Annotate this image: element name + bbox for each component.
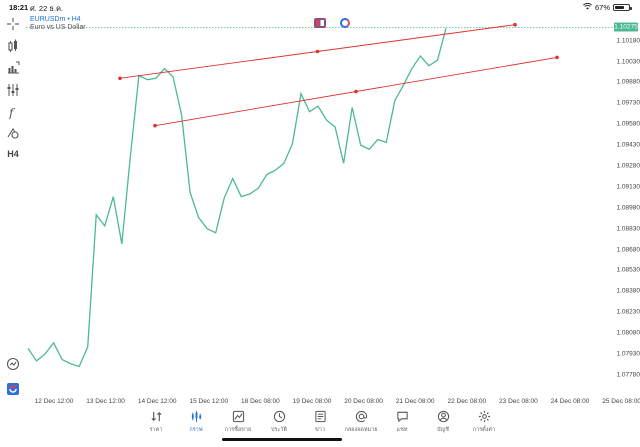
tab-news[interactable]: ข่าว [300, 410, 340, 434]
price-tick-label: 1.08080 [616, 329, 640, 337]
tab-mailbox[interactable]: กล่องจดหมาย [341, 410, 381, 434]
time-tick-label: 15 Dec 12:00 [189, 398, 229, 405]
app-logo-icon[interactable] [5, 381, 21, 397]
price-tick-label: 1.10030 [616, 58, 640, 66]
tab-label: ประวัติ [270, 427, 288, 433]
price-tick-label: 1.07780 [616, 371, 640, 379]
buy-sell-button[interactable] [314, 18, 326, 28]
svg-text:f: f [8, 106, 16, 119]
price-series-line [27, 28, 447, 368]
settings-icon [478, 410, 490, 423]
tab-chat[interactable]: แชท [382, 410, 422, 434]
timeframe-button[interactable]: H4 [5, 146, 21, 162]
trend-line-handle[interactable] [513, 22, 517, 27]
wifi-icon [583, 2, 592, 12]
tab-label: แชท [396, 427, 408, 433]
tab-history[interactable]: ประวัติ [259, 410, 299, 434]
tab-label: กราฟ [189, 427, 203, 433]
symbol-description: Euro vs US Dollar [30, 24, 86, 31]
chat-icon [396, 411, 408, 423]
objects-icon[interactable] [5, 125, 21, 141]
trend-line-handle[interactable] [118, 76, 122, 81]
tab-account[interactable]: บัญชี [423, 410, 463, 434]
tab-trade[interactable]: การซื้อขาย [218, 410, 258, 434]
account-icon [437, 410, 449, 423]
crosshair-icon[interactable] [5, 16, 21, 32]
tab-label: ข่าว [315, 427, 325, 433]
history-icon [273, 410, 285, 423]
price-tick-label: 1.08530 [616, 266, 640, 274]
price-tick-label: 1.07930 [616, 350, 640, 358]
price-tick-label: 1.09580 [616, 120, 640, 128]
price-tick-label: 1.09130 [616, 183, 640, 191]
home-indicator [222, 438, 342, 441]
time-tick-label: 23 Dec 08:00 [499, 398, 538, 405]
quotes-icon [150, 411, 162, 422]
price-chart[interactable] [26, 14, 614, 404]
trend-line-handle[interactable] [315, 49, 320, 54]
analytics-icon[interactable] [5, 356, 21, 372]
tab-label: การซื้อขาย [224, 427, 252, 433]
battery-percent: 67% [594, 3, 610, 12]
price-tick-label: 1.09430 [616, 141, 640, 149]
mailbox-icon [355, 410, 367, 423]
time-tick-label: 25 Dec 08:00 [602, 398, 640, 405]
tab-settings[interactable]: การตั้งค่า [464, 410, 504, 434]
time-tick-label: 22 Dec 08:00 [447, 398, 487, 405]
time-tick-label: 21 Dec 08:00 [395, 398, 435, 405]
price-tick-label: 1.08980 [616, 204, 640, 212]
price-tick-label: 1.09880 [616, 78, 640, 86]
price-tick-label: 1.08680 [616, 246, 640, 254]
battery-icon [613, 4, 632, 11]
tab-label: การตั้งค่า [472, 427, 496, 433]
trend-line-handle[interactable] [153, 123, 157, 128]
time-tick-label: 20 Dec 08:00 [344, 398, 383, 405]
indicators-icon[interactable] [5, 38, 21, 54]
time-tick-label: 12 Dec 12:00 [34, 398, 74, 405]
price-axis: 1.10180 1.10030 1.09880 1.09730 1.09580 1.094… [614, 14, 640, 404]
tab-quotes[interactable]: ราคา [136, 410, 176, 434]
trade-buttons [314, 18, 350, 28]
left-toolbar: f H4 [0, 14, 26, 400]
time-tick-label: 14 Dec 12:00 [137, 398, 177, 405]
status-bar: 18:21 ศ. 22 ธ.ค. 67% [0, 0, 640, 14]
status-time: 18:21 [9, 3, 29, 12]
trade-icon [232, 410, 244, 423]
one-click-trading-icon[interactable] [340, 18, 350, 28]
tab-label: ราคา [149, 427, 163, 433]
function-icon[interactable]: f [5, 104, 21, 120]
price-tick-label: 1.09730 [616, 99, 640, 107]
time-tick-label: 24 Dec 08:00 [550, 398, 590, 405]
time-tick-label: 13 Dec 12:00 [86, 398, 125, 405]
trend-line-handle[interactable] [354, 89, 358, 94]
time-tick-label: 19 Dec 08:00 [292, 398, 332, 405]
tab-label: กล่องจดหมาย [344, 427, 378, 433]
tab-chart[interactable]: กราฟ [176, 410, 216, 434]
time-tick-label: 18 Dec 08:00 [241, 398, 280, 405]
settings-sliders-icon[interactable] [5, 82, 21, 98]
tab-label: บัญชี [437, 427, 449, 433]
price-tick-label: 1.08230 [616, 308, 640, 316]
chart-icon [191, 410, 201, 423]
symbol-label: EURUSDm • H4 [30, 16, 81, 23]
current-price-badge: 1.10275 [614, 22, 638, 32]
price-tick-label: 1.08830 [616, 225, 640, 233]
chart-type-icon[interactable] [5, 60, 21, 76]
price-tick-label: 1.09280 [616, 162, 640, 170]
price-tick-label: 1.10180 [616, 37, 640, 45]
trend-line-handle[interactable] [555, 55, 559, 60]
news-icon [314, 410, 326, 423]
price-tick-label: 1.08380 [616, 287, 640, 295]
